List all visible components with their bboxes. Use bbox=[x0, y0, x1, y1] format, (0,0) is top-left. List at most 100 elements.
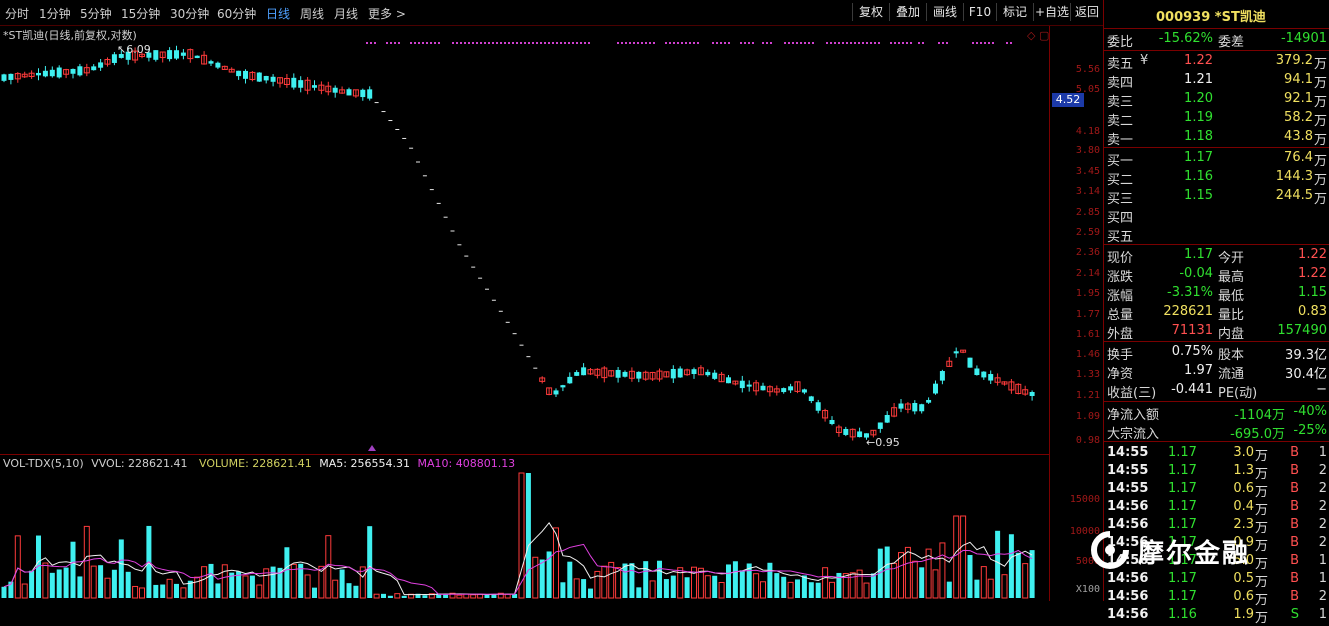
bid-unit: 万 bbox=[1313, 173, 1327, 188]
fuquan-button[interactable]: 复权 bbox=[852, 3, 889, 21]
signal-dot bbox=[902, 42, 904, 44]
volume-bar-up bbox=[939, 542, 946, 599]
volume-bar-up bbox=[14, 535, 21, 599]
volume-bar-down bbox=[346, 583, 352, 598]
candle-body-down bbox=[1, 74, 7, 81]
divider bbox=[1104, 244, 1329, 245]
volume-bar-down bbox=[118, 539, 124, 598]
volume-bar-up bbox=[863, 582, 870, 599]
tick-time: 14:56 bbox=[1107, 589, 1149, 604]
price-axis: 4.52 5.56 5.05 4.18 3.80 3.45 3.14 2.85 2.59 2.3… bbox=[1049, 26, 1104, 601]
flow-row: 净流入额 -1104万 -40% bbox=[1104, 403, 1329, 423]
back-button[interactable]: 返回 bbox=[1070, 3, 1103, 21]
fund-label: PE(动) bbox=[1218, 386, 1258, 401]
tick-row: 14:56 1.16 1.9 万 S 1 bbox=[1104, 606, 1329, 626]
signal-dot bbox=[621, 42, 623, 44]
volume-bar-up bbox=[753, 573, 760, 599]
draw-line-button[interactable]: 画线 bbox=[926, 3, 963, 21]
f10-button[interactable]: F10 bbox=[963, 3, 996, 21]
signal-dot bbox=[568, 42, 570, 44]
candle-body-down bbox=[829, 419, 835, 425]
signal-dot bbox=[422, 42, 424, 44]
volume-bar-up bbox=[1022, 563, 1029, 599]
event-marker-icon[interactable] bbox=[368, 445, 376, 451]
tab-weekly[interactable]: 周线 bbox=[300, 5, 324, 22]
tab-30min[interactable]: 30分钟 bbox=[170, 5, 209, 22]
candle-body-down bbox=[746, 384, 752, 387]
volume-bar-down bbox=[215, 583, 221, 598]
volume-chart[interactable]: VOL-TDX(5,10) VVOL: 228621.41 VOLUME: 22… bbox=[0, 455, 1049, 601]
candle-body-down bbox=[291, 77, 297, 88]
signal-dot bbox=[633, 42, 635, 44]
candle-body-down bbox=[988, 374, 994, 381]
bid-label: 买四 bbox=[1107, 211, 1134, 226]
volume-bar-up bbox=[221, 564, 228, 599]
tab-15min[interactable]: 15分钟 bbox=[121, 5, 160, 22]
volume-bar-down bbox=[284, 547, 290, 598]
candle-body-down bbox=[42, 70, 48, 77]
signal-dot bbox=[524, 42, 526, 44]
weicha-label: 委差 bbox=[1218, 35, 1245, 50]
overlay-button[interactable]: 叠加 bbox=[889, 3, 926, 21]
signal-dot bbox=[946, 42, 948, 44]
volume-bar-up bbox=[980, 566, 987, 599]
signal-dot bbox=[500, 42, 502, 44]
add-watchlist-button[interactable]: +自选 bbox=[1033, 3, 1070, 21]
signal-dot bbox=[629, 42, 631, 44]
stat-value: -3.31% bbox=[1167, 285, 1213, 300]
volume-unit-label: X100 bbox=[1075, 584, 1100, 595]
volume-bar-up bbox=[194, 576, 201, 599]
signal-dot bbox=[984, 42, 986, 44]
volume-bar-down bbox=[560, 582, 566, 598]
tick-price: 1.17 bbox=[1168, 445, 1197, 460]
divider bbox=[1104, 50, 1329, 51]
volume-bar-down bbox=[808, 582, 814, 598]
volume-bar-up bbox=[953, 515, 960, 599]
stat-label: 最高 bbox=[1218, 270, 1245, 285]
volume-bar-up bbox=[21, 583, 28, 599]
chart-options-icon[interactable]: ◇ ▢ bbox=[1027, 29, 1049, 42]
tab-60min[interactable]: 60分钟 bbox=[217, 5, 256, 22]
candle-body-down bbox=[636, 371, 642, 379]
signal-dot bbox=[693, 42, 695, 44]
volume-bar-down bbox=[1008, 534, 1014, 598]
volume-bar-down bbox=[353, 585, 359, 598]
tab-5min[interactable]: 5分钟 bbox=[80, 5, 112, 22]
tab-monthly[interactable]: 月线 bbox=[334, 5, 358, 22]
tab-more[interactable]: 更多 > bbox=[368, 5, 406, 22]
candle-body-down bbox=[332, 87, 338, 93]
tab-1min[interactable]: 1分钟 bbox=[39, 5, 71, 22]
signal-dot bbox=[366, 42, 368, 44]
signal-dot bbox=[438, 42, 440, 44]
signal-dot bbox=[898, 42, 900, 44]
signal-dot bbox=[685, 42, 687, 44]
volume-bar-up bbox=[477, 593, 484, 599]
tick-vol: 0.6 bbox=[1233, 589, 1254, 604]
signal-dot bbox=[834, 42, 836, 44]
ask-unit: 万 bbox=[1313, 95, 1327, 110]
fund-label: 收益(三) bbox=[1107, 386, 1157, 401]
tab-fenshi[interactable]: 分时 bbox=[5, 5, 29, 22]
tick-vol: 0.4 bbox=[1233, 499, 1254, 514]
volume-bar-down bbox=[249, 575, 255, 598]
price-axis-tick: 1.21 bbox=[1075, 390, 1100, 401]
candle-body-down bbox=[256, 72, 262, 82]
stat-label: 内盘 bbox=[1218, 327, 1245, 342]
tick-count: 2 bbox=[1318, 481, 1327, 496]
candlestick-chart[interactable]: *ST凯迪(日线,前复权,对数) ↖6.09 ←0.95 ◇ ▢ bbox=[0, 26, 1049, 454]
signal-dot bbox=[414, 42, 416, 44]
signal-dot bbox=[390, 42, 392, 44]
signal-dot bbox=[942, 42, 944, 44]
divider bbox=[1104, 401, 1329, 402]
candle-body-down bbox=[857, 431, 863, 438]
volume-bar-down bbox=[98, 565, 104, 598]
volume-bar-down bbox=[684, 577, 690, 598]
tab-daily[interactable]: 日线 bbox=[266, 5, 290, 22]
candle-body-down bbox=[360, 89, 366, 98]
tick-price: 1.17 bbox=[1168, 571, 1197, 586]
volume-axis-tick: 15000 bbox=[1069, 494, 1100, 505]
candle-body-down bbox=[56, 67, 62, 78]
mark-button[interactable]: 标记 bbox=[996, 3, 1033, 21]
ask-row: 卖三 1.20 92.1 万 bbox=[1104, 90, 1329, 110]
weibi-label: 委比 bbox=[1107, 35, 1134, 50]
